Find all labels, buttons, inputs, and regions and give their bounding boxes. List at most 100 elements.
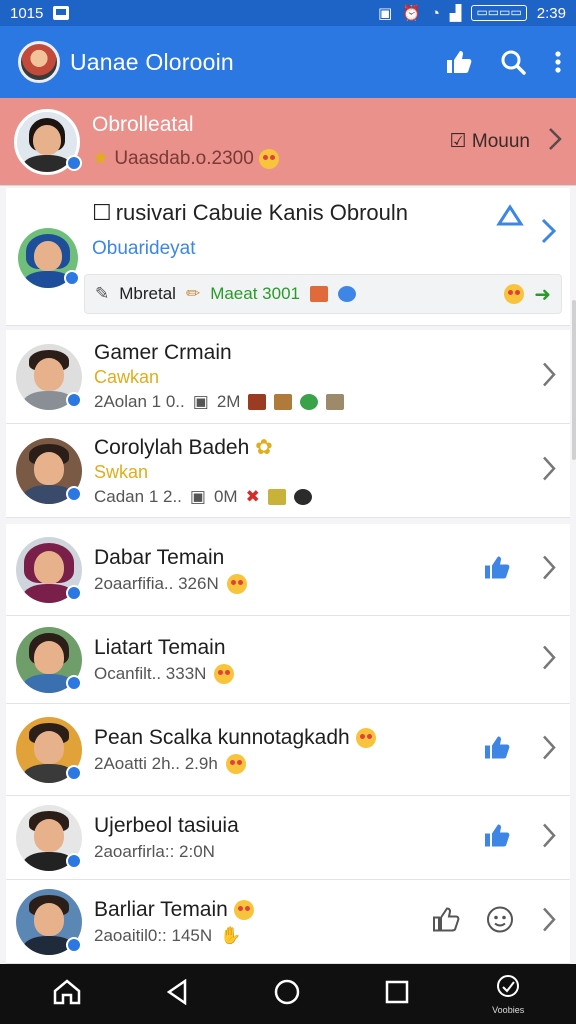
people-emoji-icon: ✿ bbox=[255, 435, 273, 459]
app-screen: { "statusbar": { "time_left": "1015", "b… bbox=[0, 0, 576, 1024]
upload-icon[interactable] bbox=[496, 204, 524, 233]
group-chat-card[interactable]: ☐ rusivari Cabuie Kanis Obrouln Obuaride… bbox=[6, 188, 570, 326]
contact-name-text: Pean Scalka kunnotagkadh bbox=[94, 725, 350, 749]
list-item[interactable]: Pean Scalka kunnotagkadh 2Aoatti 2h.. 2.… bbox=[6, 704, 570, 796]
forward-arrow-icon[interactable]: ➜ bbox=[534, 282, 551, 307]
cube-icon: ▣ bbox=[192, 392, 209, 411]
sticker-icon bbox=[274, 394, 293, 410]
emoji-icon bbox=[226, 573, 247, 594]
verified-badge-icon bbox=[66, 485, 82, 502]
thumb-up-icon[interactable] bbox=[484, 735, 510, 764]
contact-name: Pean Scalka kunnotagkadh bbox=[94, 726, 376, 750]
card-action-bar: ✎ Mbretal ✏ Maeat 3001 ➜ bbox=[84, 274, 562, 314]
avatar bbox=[16, 804, 82, 871]
globe-icon bbox=[337, 286, 356, 302]
meta-text: 2oaarfifia.. 326N bbox=[94, 573, 219, 593]
thumb-up-icon[interactable] bbox=[484, 555, 510, 584]
chat-name: Obrolleatal bbox=[92, 113, 194, 136]
sticker-icon bbox=[326, 394, 345, 410]
emoji-icon bbox=[233, 899, 254, 920]
emoji-icon bbox=[225, 753, 246, 774]
circle-home-icon[interactable] bbox=[273, 978, 301, 1011]
sticker-icon bbox=[309, 286, 328, 302]
verified-badge-icon bbox=[66, 674, 82, 691]
cube-icon: ▣ bbox=[189, 486, 206, 506]
list-item[interactable]: Barliar Temain 2aoaitil0:: 145N ✋ bbox=[6, 880, 570, 964]
clipboard-icon: ☐ bbox=[92, 200, 112, 225]
meta-size: 2M bbox=[216, 392, 241, 411]
contact-name: Liatart Temain bbox=[94, 635, 226, 659]
contact-name-text: Corolylah Badeh bbox=[94, 435, 250, 459]
thumb-up-icon[interactable] bbox=[484, 823, 510, 852]
chevron-right-icon[interactable] bbox=[542, 734, 556, 765]
contact-status: Cawkan bbox=[94, 367, 160, 387]
signal-icon: ▟ bbox=[449, 5, 462, 22]
heart-icon: ✖ bbox=[245, 486, 260, 506]
chevron-right-icon[interactable] bbox=[542, 455, 556, 486]
battery-indicator: ▭▭▭▭ bbox=[471, 5, 527, 21]
list-item[interactable]: Dabar Temain 2oaarfifia.. 326N bbox=[6, 524, 570, 616]
card-title-text: rusivari Cabuie Kanis Obrouln bbox=[115, 200, 408, 225]
avatar bbox=[16, 343, 82, 410]
sticker-icon bbox=[248, 394, 267, 410]
emoji-icon: ★ bbox=[92, 148, 110, 169]
chevron-right-icon[interactable] bbox=[542, 644, 556, 675]
verified-badge-icon bbox=[66, 391, 82, 408]
scrollbar[interactable] bbox=[572, 300, 576, 460]
verified-badge-icon bbox=[66, 154, 82, 171]
sticker-icon bbox=[293, 488, 312, 505]
mute-label: Mouun bbox=[471, 131, 530, 152]
heart-eyes-emoji-icon bbox=[355, 727, 376, 748]
avatar bbox=[16, 536, 82, 603]
search-icon[interactable] bbox=[500, 49, 526, 75]
profile-avatar[interactable] bbox=[18, 41, 60, 83]
system-nav-bar: Voobies bbox=[0, 964, 576, 1024]
list-item[interactable]: Gamer Crmain Cawkan 2Aolan 1 0.. ▣ 2M bbox=[6, 330, 570, 424]
list-item[interactable]: Liatart Temain Ocanfilt.. 333N bbox=[6, 616, 570, 704]
thumb-up-outline-icon[interactable] bbox=[432, 906, 460, 937]
contact-name: Corolylah Badeh ✿ bbox=[94, 435, 312, 460]
card-subtitle: Obuarideyat bbox=[92, 238, 196, 259]
avatar bbox=[16, 626, 82, 693]
assistant-icon bbox=[494, 974, 522, 1003]
contact-meta: 2aoaitil0:: 145N ✋ bbox=[94, 926, 254, 946]
card-title: ☐ rusivari Cabuie Kanis Obrouln bbox=[92, 200, 408, 226]
contact-status: Swkan bbox=[94, 461, 149, 482]
chevron-right-icon[interactable] bbox=[540, 218, 557, 249]
contact-meta: Cadan 1 2.. ▣ 0M ✖ bbox=[94, 487, 312, 507]
contact-meta: 2oaarfifia.. 326N bbox=[94, 573, 247, 594]
chevron-right-icon[interactable] bbox=[542, 822, 556, 853]
meta-text: 2aoaitil0:: 145N bbox=[94, 925, 213, 945]
wifi-icon: ◔ bbox=[430, 4, 440, 22]
emoji-react-icon[interactable] bbox=[486, 905, 514, 938]
pinned-chat-row[interactable]: Obrolleatal ★ Uaasdab.o.2300 ☑ Mouun bbox=[0, 98, 576, 186]
meta-text: 2Aoatti 2h.. 2.9h bbox=[94, 753, 218, 773]
chat-subtitle-text: Uaasdab.o.2300 bbox=[114, 148, 254, 169]
calendar-icon: ☑ bbox=[449, 131, 467, 152]
chevron-right-icon[interactable] bbox=[548, 127, 562, 157]
back-icon[interactable] bbox=[165, 978, 189, 1010]
card-bar-status: Maeat 3001 bbox=[210, 284, 300, 303]
pointing-hand-icon: ✋ bbox=[220, 925, 242, 945]
list-item[interactable]: Ujerbeol tasiuia 2aoarfirla:: 2:0N bbox=[6, 796, 570, 880]
mute-button[interactable]: ☑ Mouun bbox=[450, 130, 530, 153]
contact-name: Ujerbeol tasiuia bbox=[94, 813, 239, 837]
card-bar-label: Mbretal bbox=[119, 284, 176, 303]
chevron-right-icon[interactable] bbox=[542, 554, 556, 585]
chevron-right-icon[interactable] bbox=[542, 361, 556, 392]
chevron-right-icon[interactable] bbox=[542, 906, 556, 937]
thumb-up-icon[interactable] bbox=[446, 50, 472, 74]
contact-meta: Ocanfilt.. 333N bbox=[94, 663, 235, 684]
assistant-button[interactable]: Voobies bbox=[492, 974, 524, 1015]
verified-badge-icon bbox=[66, 852, 82, 869]
meta-text: Cadan 1 2.. bbox=[94, 486, 182, 506]
list-item[interactable]: Corolylah Badeh ✿ Swkan Cadan 1 2.. ▣ 0M… bbox=[6, 424, 570, 518]
meta-text: Ocanfilt.. 333N bbox=[94, 663, 207, 683]
more-vert-icon[interactable] bbox=[554, 50, 562, 74]
verified-badge-icon bbox=[66, 764, 82, 781]
avatar bbox=[14, 108, 82, 175]
pen-icon: ✎ bbox=[95, 284, 110, 303]
home-icon[interactable] bbox=[52, 978, 82, 1011]
notification-icon bbox=[53, 6, 70, 20]
recents-icon[interactable] bbox=[385, 980, 409, 1009]
